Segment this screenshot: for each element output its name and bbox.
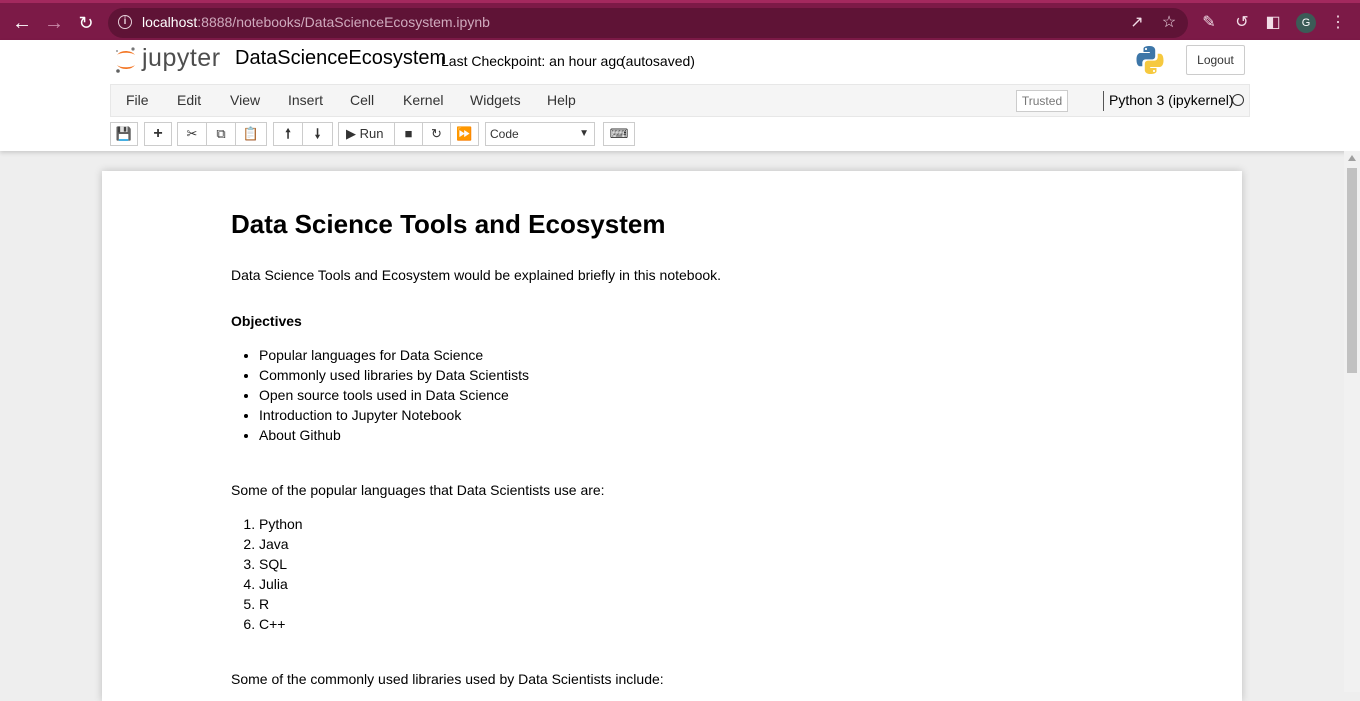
libraries-intro: Some of the commonly used libraries used…: [231, 671, 664, 687]
list-item: Open source tools used in Data Science: [259, 385, 529, 405]
kernel-separator: [1103, 91, 1104, 111]
list-item: Introduction to Jupyter Notebook: [259, 405, 529, 425]
kernel-idle-icon: [1232, 94, 1244, 106]
list-item: Commonly used libraries by Data Scientis…: [259, 365, 529, 385]
objectives-heading: Objectives: [231, 313, 302, 329]
menu-widgets[interactable]: Widgets: [470, 92, 521, 108]
scroll-thumb[interactable]: [1347, 168, 1357, 373]
sync-icon[interactable]: ↺: [1231, 13, 1253, 33]
cut-icon[interactable]: ✂: [177, 122, 207, 146]
objectives-list: Popular languages for Data Science Commo…: [231, 345, 529, 445]
menu-help[interactable]: Help: [547, 92, 576, 108]
list-item: Popular languages for Data Science: [259, 345, 529, 365]
cell-type-select[interactable]: Code ▼: [485, 122, 595, 146]
list-item: C++: [259, 614, 303, 634]
reload-icon[interactable]: ↻: [74, 11, 98, 35]
list-item: Julia: [259, 574, 303, 594]
trusted-indicator[interactable]: Trusted: [1016, 90, 1068, 112]
jupyter-header: jupyter DataScienceEcosystem Last Checkp…: [0, 40, 1360, 151]
browser-toolbar: ← → ↻ i localhost:8888/notebooks/DataSci…: [0, 0, 1360, 40]
copy-icon[interactable]: ⧉: [206, 122, 236, 146]
extensions-icon[interactable]: ✎: [1198, 13, 1220, 33]
menu-edit[interactable]: Edit: [177, 92, 201, 108]
interrupt-icon[interactable]: ■: [394, 122, 423, 146]
languages-intro: Some of the popular languages that Data …: [231, 482, 605, 498]
profile-avatar[interactable]: G: [1296, 13, 1316, 33]
restart-run-all-icon[interactable]: ⏩: [450, 122, 479, 146]
list-item: SQL: [259, 554, 303, 574]
move-down-icon[interactable]: 🠗: [302, 122, 333, 146]
list-item: Python: [259, 514, 303, 534]
menu-view[interactable]: View: [230, 92, 260, 108]
share-icon[interactable]: ↗: [1126, 13, 1148, 33]
menu-file[interactable]: File: [126, 92, 149, 108]
insert-cell-icon[interactable]: +: [144, 122, 172, 146]
logout-button[interactable]: Logout: [1186, 45, 1245, 75]
move-up-icon[interactable]: 🠕: [273, 122, 303, 146]
list-item: R: [259, 594, 303, 614]
list-item: About Github: [259, 425, 529, 445]
site-info-icon[interactable]: i: [118, 15, 132, 29]
menubar: File Edit View Insert Cell Kernel Widget…: [110, 84, 1250, 117]
list-item: Java: [259, 534, 303, 554]
restart-icon[interactable]: ↻: [422, 122, 451, 146]
checkpoint-status: Last Checkpoint: an hour ago: [441, 53, 624, 69]
address-bar[interactable]: i localhost:8888/notebooks/DataScienceEc…: [108, 8, 1188, 38]
notebook-container: Data Science Tools and Ecosystem Data Sc…: [102, 171, 1242, 701]
intro-text: Data Science Tools and Ecosystem would b…: [231, 267, 722, 283]
play-icon: ▶: [346, 126, 356, 141]
save-icon[interactable]: 💾: [110, 122, 138, 146]
run-button[interactable]: ▶ Run: [338, 122, 395, 146]
menu-cell[interactable]: Cell: [350, 92, 374, 108]
jupyter-logo-icon[interactable]: [114, 45, 138, 75]
url-text: localhost:8888/notebooks/DataScienceEcos…: [142, 14, 490, 30]
autosave-status: (autosaved): [621, 53, 695, 69]
bookmark-star-icon[interactable]: ☆: [1158, 13, 1180, 33]
browser-menu-icon[interactable]: ⋮: [1327, 13, 1349, 33]
side-panel-icon[interactable]: ◧: [1262, 13, 1284, 33]
menu-insert[interactable]: Insert: [288, 92, 323, 108]
notebook-title: Data Science Tools and Ecosystem: [231, 209, 666, 239]
notebook-name[interactable]: DataScienceEcosystem: [235, 47, 446, 70]
page-scrollbar[interactable]: [1344, 151, 1360, 692]
jupyter-logo-text[interactable]: jupyter: [142, 44, 221, 73]
keyboard-icon[interactable]: ⌨: [603, 122, 635, 146]
chevron-down-icon: ▼: [579, 128, 589, 139]
scroll-up-arrow-icon[interactable]: [1348, 155, 1356, 161]
menu-kernel[interactable]: Kernel: [403, 92, 443, 108]
forward-arrow-icon[interactable]: →: [42, 11, 66, 35]
paste-icon[interactable]: 📋: [235, 122, 267, 146]
kernel-name[interactable]: Python 3 (ipykernel): [1109, 92, 1234, 108]
languages-list: Python Java SQL Julia R C++: [231, 514, 303, 634]
run-label: Run: [359, 126, 384, 141]
python-logo-icon: [1136, 46, 1164, 74]
back-arrow-icon[interactable]: ←: [10, 11, 34, 35]
